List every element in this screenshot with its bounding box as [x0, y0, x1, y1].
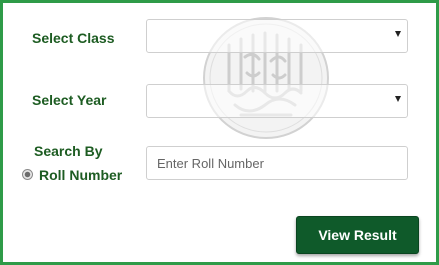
- roll-number-radio[interactable]: [22, 169, 33, 180]
- caret-down-icon: [395, 96, 401, 102]
- select-class-label: Select Class: [32, 30, 115, 46]
- year-select[interactable]: [146, 84, 408, 118]
- search-by-label: Search By: [34, 143, 103, 159]
- roll-number-option-label[interactable]: Roll Number: [39, 167, 122, 183]
- result-search-form: Select Class Select Year Search By Roll …: [0, 0, 439, 265]
- roll-number-input[interactable]: [146, 146, 408, 180]
- caret-down-icon: [395, 31, 401, 37]
- view-result-button[interactable]: View Result: [296, 216, 419, 254]
- class-select[interactable]: [146, 19, 408, 53]
- select-year-label: Select Year: [32, 92, 107, 108]
